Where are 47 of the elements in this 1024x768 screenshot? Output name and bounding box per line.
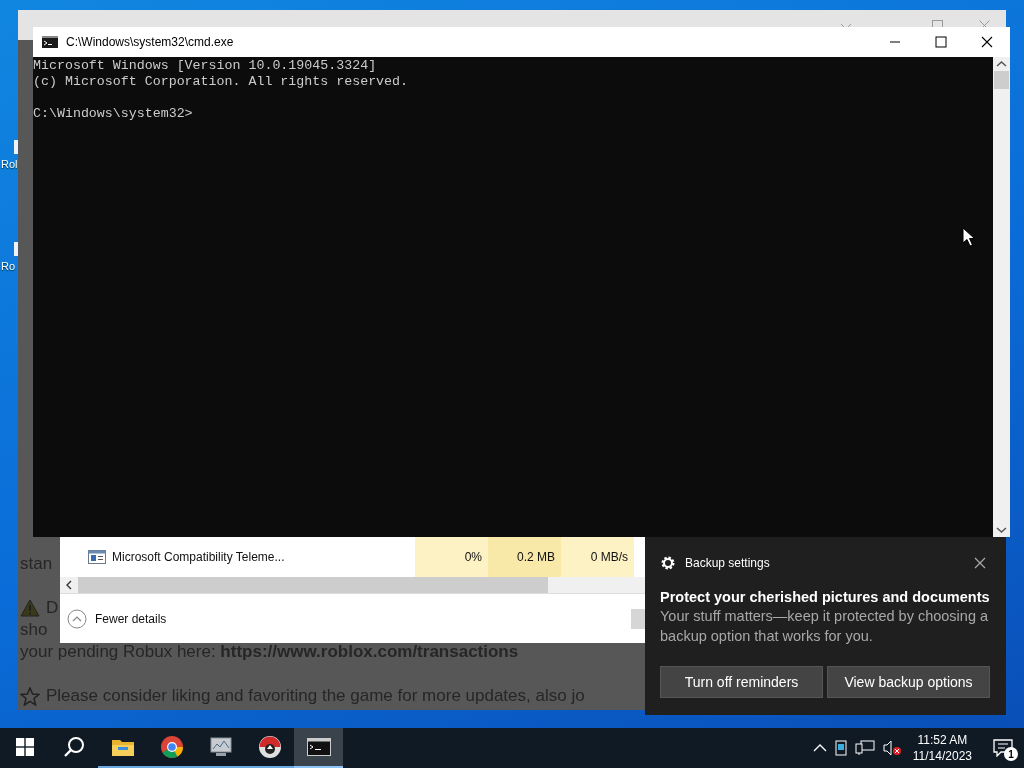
process-name: Microsoft Compatibility Teleme... [112, 550, 285, 564]
notification-heading: Protect your cherished pictures and documents [660, 589, 990, 605]
windows-logo-icon [15, 738, 34, 756]
clock-date: 11/14/2023 [912, 748, 972, 764]
clock[interactable]: 11:52 AM 11/14/2023 [912, 732, 972, 764]
gear-icon [660, 555, 676, 571]
notification-button[interactable]: View backup options [827, 666, 990, 698]
warning-icon [20, 599, 40, 617]
scroll-left-icon[interactable] [64, 579, 74, 591]
notification-count-badge: 1 [1004, 747, 1018, 761]
console-text: (c) Microsoft Corporation. All rights reserved. [33, 74, 410, 90]
command-prompt[interactable]: C:\Windows\system32> [33, 106, 993, 122]
browser-icon [159, 735, 184, 759]
chevron-up-icon [67, 608, 87, 629]
taskbar-button[interactable] [294, 728, 343, 768]
window-title: C:\Windows\system32\cmd.exe [66, 35, 235, 49]
desktop-icon-label[interactable]: Rol [1, 158, 18, 170]
vertical-scrollbar[interactable] [993, 57, 1010, 537]
table-cell: 0.2 MB [488, 537, 561, 577]
chevron-up-icon[interactable] [812, 743, 827, 753]
desktop-icon-label[interactable]: Ro [1, 260, 16, 272]
monitor-icon [208, 736, 233, 758]
table-cell: 0 MB/s [561, 537, 634, 577]
device-icon[interactable] [834, 740, 847, 756]
star-icon [20, 686, 40, 706]
clock-time: 11:52 AM [917, 732, 968, 748]
fewer-details-button[interactable]: Fewer details [60, 608, 167, 629]
process-row[interactable]: Microsoft Compatibility Teleme... 0% 0.2 MB 0 MB/s [60, 537, 645, 577]
scrollbar-thumb[interactable] [78, 577, 548, 593]
console-text: Microsoft Windows [Version 10.0.19045.3324] [33, 58, 378, 74]
action-center-icon[interactable] [993, 739, 1013, 757]
folder-icon [110, 737, 135, 757]
network-icon[interactable] [854, 740, 875, 756]
terminal-icon [306, 738, 331, 756]
horizontal-scrollbar[interactable] [60, 577, 645, 593]
console-icon [42, 36, 58, 48]
table-cell: 0% [415, 537, 488, 577]
close-icon[interactable] [974, 557, 986, 569]
scrollbar-thumb[interactable] [994, 71, 1009, 89]
notification-button[interactable]: Turn off reminders [660, 666, 823, 698]
search-icon [62, 736, 85, 758]
notification-body: Your stuff matters—keep it protected by choosing a backup option that works for you. [660, 607, 990, 646]
window-icon [88, 550, 106, 564]
notification-app-name: Backup settings [685, 556, 771, 570]
game-icon [257, 735, 282, 759]
mouse-cursor-icon [962, 227, 976, 247]
volume-muted-icon[interactable] [882, 740, 903, 756]
